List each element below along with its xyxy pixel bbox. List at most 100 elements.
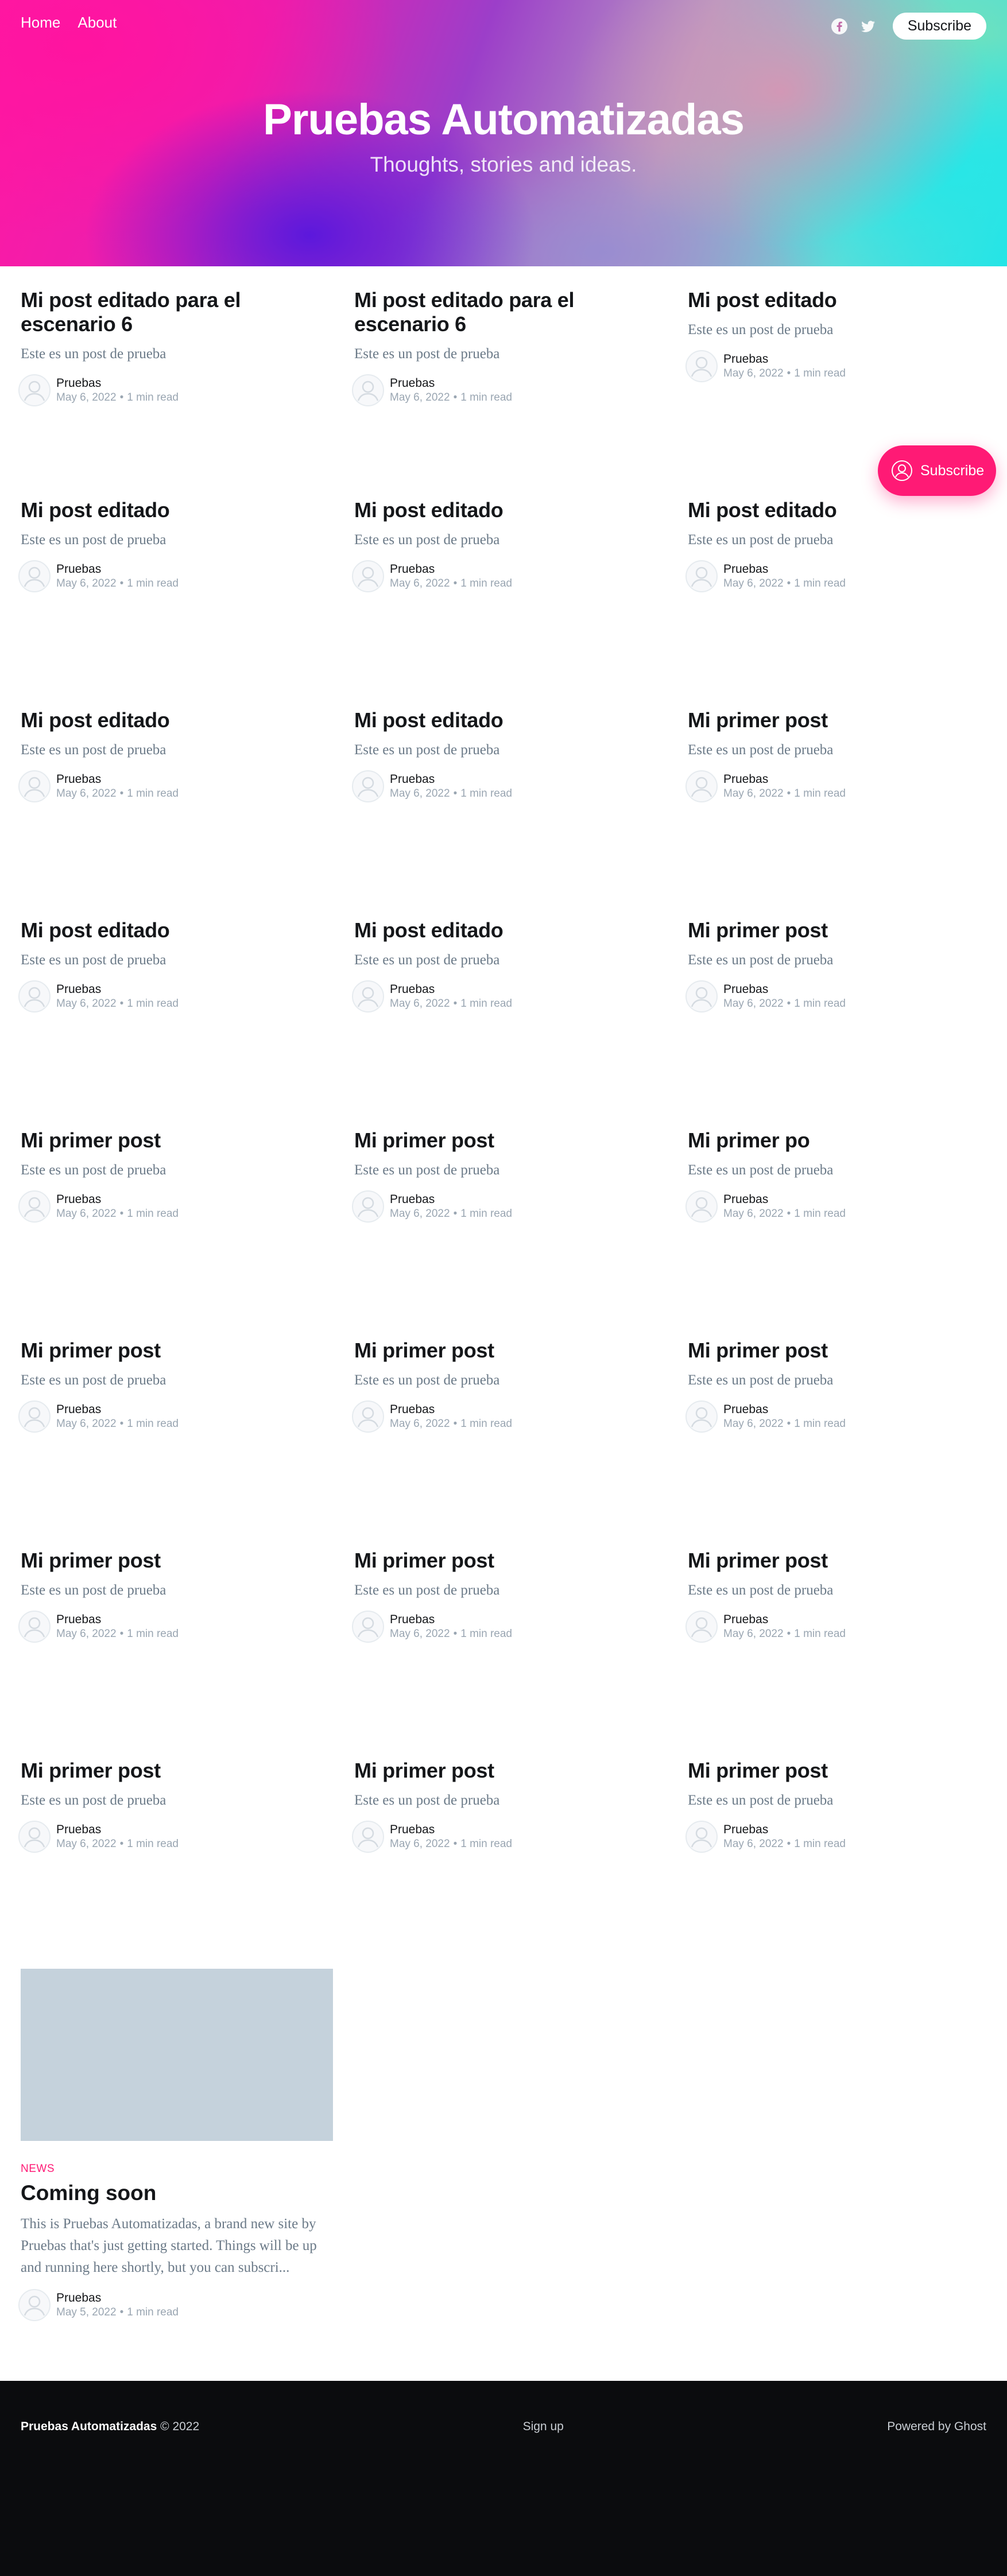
post-card[interactable]: Mi primer post Este es un post de prueba P…	[685, 686, 986, 897]
avatar[interactable]	[352, 980, 384, 1012]
post-author[interactable]: Pruebas	[723, 1402, 846, 1417]
avatar[interactable]	[352, 374, 384, 406]
post-title[interactable]: Mi primer post	[21, 1339, 334, 1363]
post-title[interactable]: Mi primer post	[21, 1759, 334, 1783]
post-author[interactable]: Pruebas	[56, 2291, 179, 2306]
post-title[interactable]: Mi post editado	[354, 918, 667, 942]
post-title[interactable]: Mi post editado	[21, 708, 334, 732]
post-card[interactable]: Mi primer post Este es un post de prueba P…	[685, 1527, 986, 1737]
featured-post-image[interactable]	[21, 1969, 333, 2141]
avatar[interactable]	[685, 980, 718, 1012]
post-title[interactable]: Mi primer po	[688, 1128, 966, 1153]
avatar[interactable]	[685, 1400, 718, 1433]
post-author[interactable]: Pruebas	[723, 1822, 846, 1837]
avatar[interactable]	[685, 1611, 718, 1643]
avatar[interactable]	[685, 1190, 718, 1223]
post-title[interactable]: Mi post editado	[354, 708, 667, 732]
post-title[interactable]: Mi primer post	[688, 1339, 966, 1363]
post-author[interactable]: Pruebas	[723, 772, 846, 787]
avatar[interactable]	[685, 1821, 718, 1853]
post-author[interactable]: Pruebas	[390, 1192, 512, 1207]
twitter-icon[interactable]	[859, 18, 877, 35]
post-card[interactable]: Mi post editado Este es un post de prueba…	[18, 686, 354, 897]
post-author[interactable]: Pruebas	[723, 1192, 846, 1207]
footer-site-name[interactable]: Pruebas Automatizadas	[21, 2420, 157, 2433]
post-title[interactable]: Mi primer post	[688, 1549, 966, 1573]
featured-post-title[interactable]: Coming soon	[21, 2181, 333, 2205]
post-card[interactable]: Mi post editado Este es un post de prueba…	[18, 897, 354, 1107]
post-card[interactable]: Mi primer post Este es un post de prueba P…	[352, 1527, 688, 1737]
nav-about-link[interactable]: About	[78, 14, 117, 32]
post-card[interactable]: Mi primer post Este es un post de prueba P…	[18, 1317, 354, 1527]
avatar[interactable]	[352, 560, 384, 592]
post-author[interactable]: Pruebas	[56, 1192, 179, 1207]
featured-post-card[interactable]: News Coming soon This is Pruebas Automat…	[18, 1969, 333, 2321]
post-title[interactable]: Mi primer post	[21, 1128, 334, 1153]
post-card[interactable]: Mi post editado para el escenario 6 Este …	[352, 266, 688, 476]
post-author[interactable]: Pruebas	[56, 772, 179, 787]
post-card[interactable]: Mi primer post Este es un post de prueba P…	[18, 1527, 354, 1737]
post-title[interactable]: Mi post editado	[21, 498, 334, 522]
avatar[interactable]	[352, 1400, 384, 1433]
post-card[interactable]: Mi primer post Este es un post de prueba P…	[685, 1737, 986, 1947]
avatar[interactable]	[685, 770, 718, 802]
avatar[interactable]	[18, 374, 51, 406]
avatar[interactable]	[685, 560, 718, 592]
avatar[interactable]	[352, 770, 384, 802]
post-card[interactable]: Mi primer post Este es un post de prueba P…	[18, 1107, 354, 1317]
post-author[interactable]: Pruebas	[56, 982, 179, 997]
post-card[interactable]: Mi primer post Este es un post de prueba P…	[685, 897, 986, 1107]
post-author[interactable]: Pruebas	[56, 376, 179, 391]
footer-powered-by-link[interactable]: Powered by Ghost	[887, 2420, 986, 2434]
post-author[interactable]: Pruebas	[723, 352, 846, 367]
post-author[interactable]: Pruebas	[723, 562, 846, 577]
post-title[interactable]: Mi primer post	[354, 1339, 667, 1363]
avatar[interactable]	[18, 2289, 51, 2321]
post-card[interactable]: Mi primer post Este es un post de prueba P…	[352, 1317, 688, 1527]
avatar[interactable]	[352, 1821, 384, 1853]
post-tag[interactable]: News	[21, 2163, 333, 2175]
post-author[interactable]: Pruebas	[390, 772, 512, 787]
post-title[interactable]: Mi post editado para el escenario 6	[21, 288, 334, 336]
post-title[interactable]: Mi post editado para el escenario 6	[354, 288, 667, 336]
post-card[interactable]: Mi post editado Este es un post de prueba…	[18, 476, 354, 686]
post-author[interactable]: Pruebas	[723, 1612, 846, 1627]
post-title[interactable]: Mi post editado	[21, 918, 334, 942]
post-card[interactable]: Mi primer post Este es un post de prueba P…	[352, 1737, 688, 1947]
post-card[interactable]: Mi primer post Este es un post de prueba P…	[18, 1737, 354, 1947]
subscribe-button[interactable]: Subscribe	[892, 13, 986, 40]
post-author[interactable]: Pruebas	[56, 562, 179, 577]
avatar[interactable]	[18, 980, 51, 1012]
portal-subscribe-button[interactable]: Subscribe	[878, 445, 996, 496]
post-title[interactable]: Mi post editado	[688, 498, 966, 522]
avatar[interactable]	[18, 1821, 51, 1853]
post-author[interactable]: Pruebas	[390, 1402, 512, 1417]
post-author[interactable]: Pruebas	[390, 982, 512, 997]
nav-home-link[interactable]: Home	[21, 14, 60, 32]
post-author[interactable]: Pruebas	[390, 562, 512, 577]
post-title[interactable]: Mi primer post	[688, 1759, 966, 1783]
post-title[interactable]: Mi primer post	[688, 918, 966, 942]
post-author[interactable]: Pruebas	[56, 1822, 179, 1837]
post-title[interactable]: Mi primer post	[688, 708, 966, 732]
post-card[interactable]: Mi post editado Este es un post de prueba…	[685, 476, 986, 686]
footer-signup-link[interactable]: Sign up	[523, 2420, 564, 2434]
post-author[interactable]: Pruebas	[390, 1822, 512, 1837]
avatar[interactable]	[18, 1611, 51, 1643]
post-card[interactable]: Mi post editado Este es un post de prueba…	[352, 897, 688, 1107]
avatar[interactable]	[18, 560, 51, 592]
avatar[interactable]	[352, 1190, 384, 1223]
post-card[interactable]: Mi post editado Este es un post de prueba…	[352, 476, 688, 686]
post-title[interactable]: Mi primer post	[354, 1549, 667, 1573]
post-title[interactable]: Mi primer post	[354, 1759, 667, 1783]
avatar[interactable]	[18, 1190, 51, 1223]
post-title[interactable]: Mi post editado	[354, 498, 667, 522]
post-title[interactable]: Mi primer post	[21, 1549, 334, 1573]
avatar[interactable]	[685, 350, 718, 382]
post-author[interactable]: Pruebas	[390, 376, 512, 391]
avatar[interactable]	[18, 770, 51, 802]
post-card[interactable]: Mi primer po Este es un post de prueba Pru…	[685, 1107, 986, 1317]
post-card[interactable]: Mi post editado Este es un post de prueba…	[352, 686, 688, 897]
post-card[interactable]: Mi post editado para el escenario 6 Este …	[18, 266, 354, 476]
post-card[interactable]: Mi primer post Este es un post de prueba P…	[685, 1317, 986, 1527]
